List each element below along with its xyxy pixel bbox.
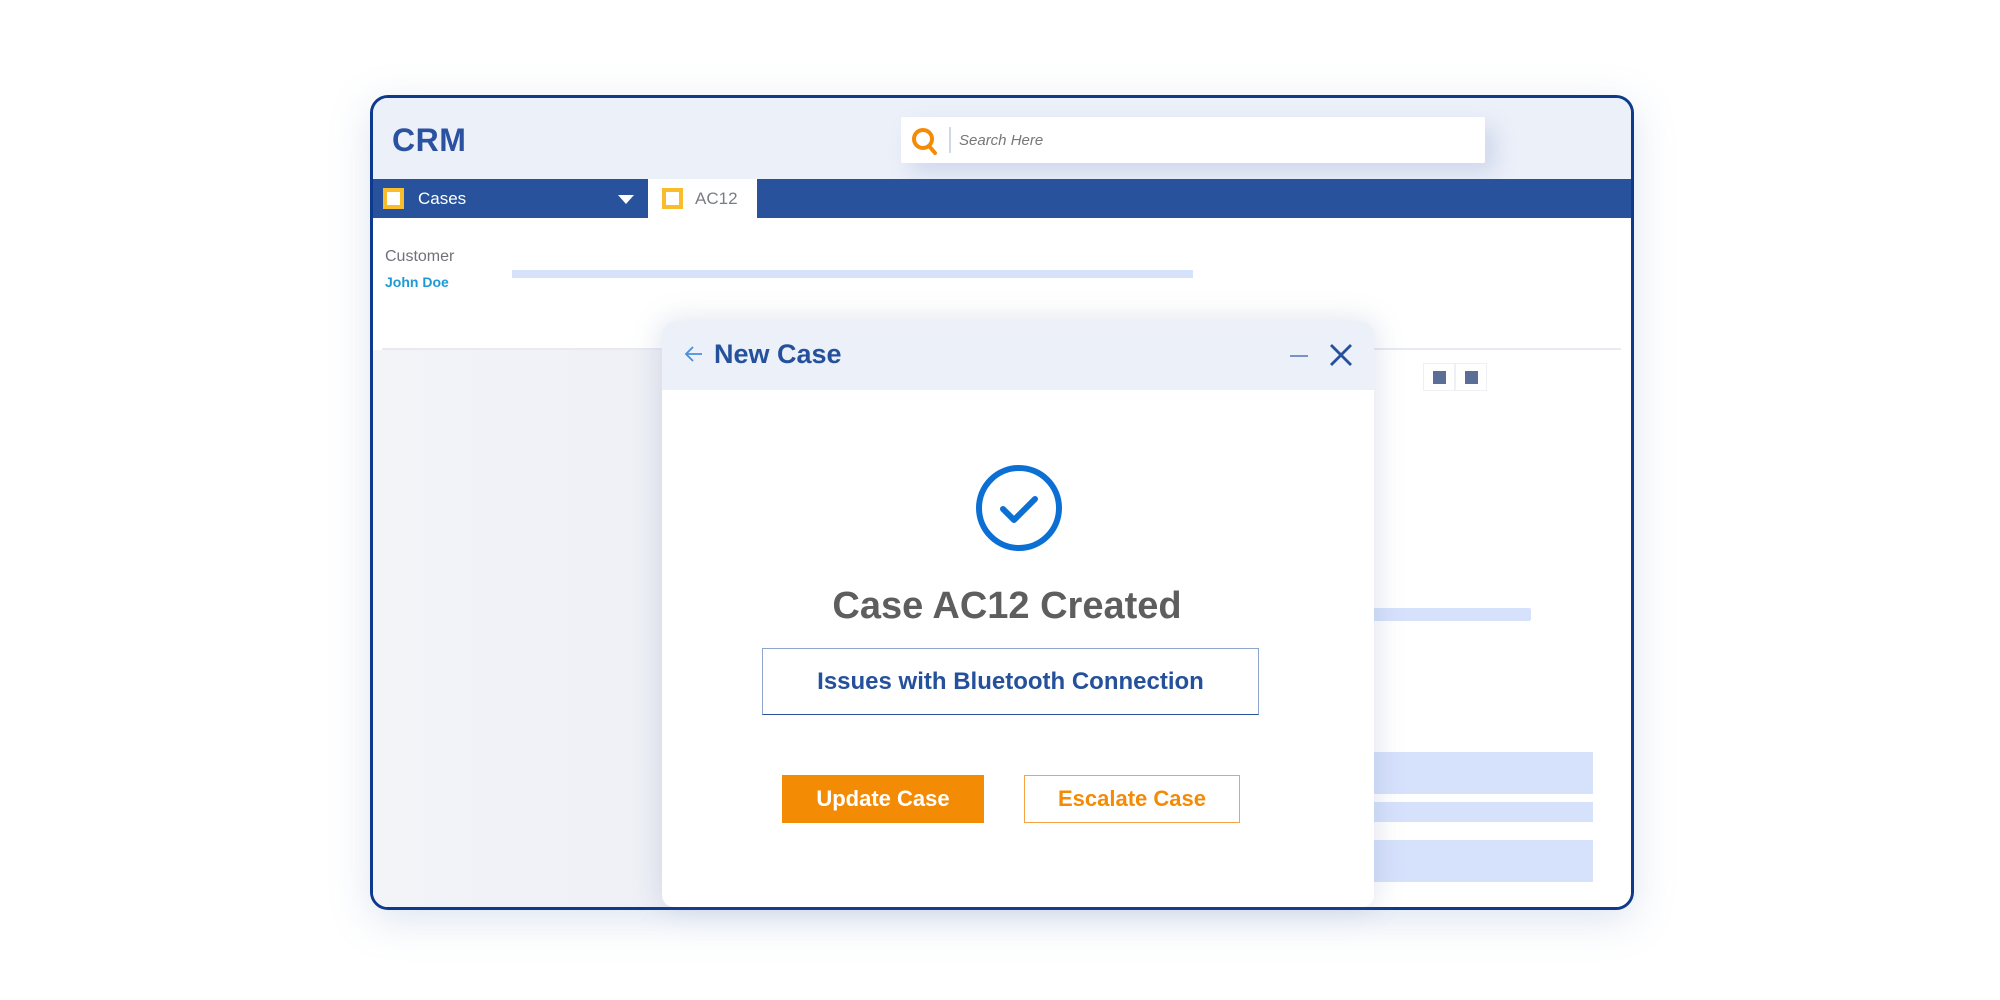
status-message: Case AC12 Created bbox=[832, 585, 1182, 627]
placeholder-bar bbox=[1363, 840, 1593, 882]
modal-title: New Case bbox=[714, 339, 842, 369]
arrow-left-icon[interactable] bbox=[684, 342, 704, 366]
tab-square-icon bbox=[383, 188, 404, 209]
minimize-icon[interactable] bbox=[1290, 355, 1308, 357]
view-toggle-group bbox=[1423, 363, 1487, 391]
check-circle-icon bbox=[976, 465, 1062, 551]
modal-header: New Case bbox=[662, 322, 1374, 390]
cases-dropdown-label: Cases bbox=[418, 188, 467, 208]
search-divider bbox=[949, 127, 951, 153]
search-input[interactable] bbox=[959, 125, 1459, 155]
customer-label: Customer bbox=[385, 248, 455, 265]
square-icon bbox=[1464, 370, 1478, 384]
case-subject: Issues with Bluetooth Connection bbox=[762, 648, 1259, 715]
tab-square-icon bbox=[662, 188, 683, 209]
placeholder-bar bbox=[1363, 608, 1531, 621]
left-panel bbox=[373, 350, 673, 907]
escalate-case-button[interactable]: Escalate Case bbox=[1024, 775, 1240, 823]
placeholder-bar bbox=[1363, 752, 1593, 794]
nav-bar: Cases AC12 bbox=[373, 179, 1631, 218]
search-bar[interactable] bbox=[901, 117, 1485, 163]
stage: CRM Cases AC12 Customer bbox=[0, 0, 2000, 1000]
app-logo: CRM bbox=[392, 122, 467, 158]
square-icon bbox=[1432, 370, 1446, 384]
customer-name-link[interactable]: John Doe bbox=[385, 274, 449, 290]
close-icon[interactable] bbox=[1328, 342, 1354, 368]
update-case-button[interactable]: Update Case bbox=[782, 775, 984, 823]
placeholder-bar bbox=[1363, 802, 1593, 822]
top-bar: CRM bbox=[373, 98, 1631, 179]
new-case-modal: New Case Case AC12 Created Issues with B… bbox=[662, 322, 1374, 907]
view-toggle-button[interactable] bbox=[1423, 363, 1455, 391]
tab-ac12[interactable]: AC12 bbox=[648, 179, 757, 218]
cases-dropdown[interactable]: Cases bbox=[373, 179, 648, 218]
tab-ac12-label: AC12 bbox=[695, 188, 738, 208]
caret-down-icon bbox=[618, 195, 634, 204]
search-icon[interactable] bbox=[909, 125, 941, 157]
placeholder-bar bbox=[512, 270, 1193, 278]
view-toggle-button[interactable] bbox=[1455, 363, 1487, 391]
